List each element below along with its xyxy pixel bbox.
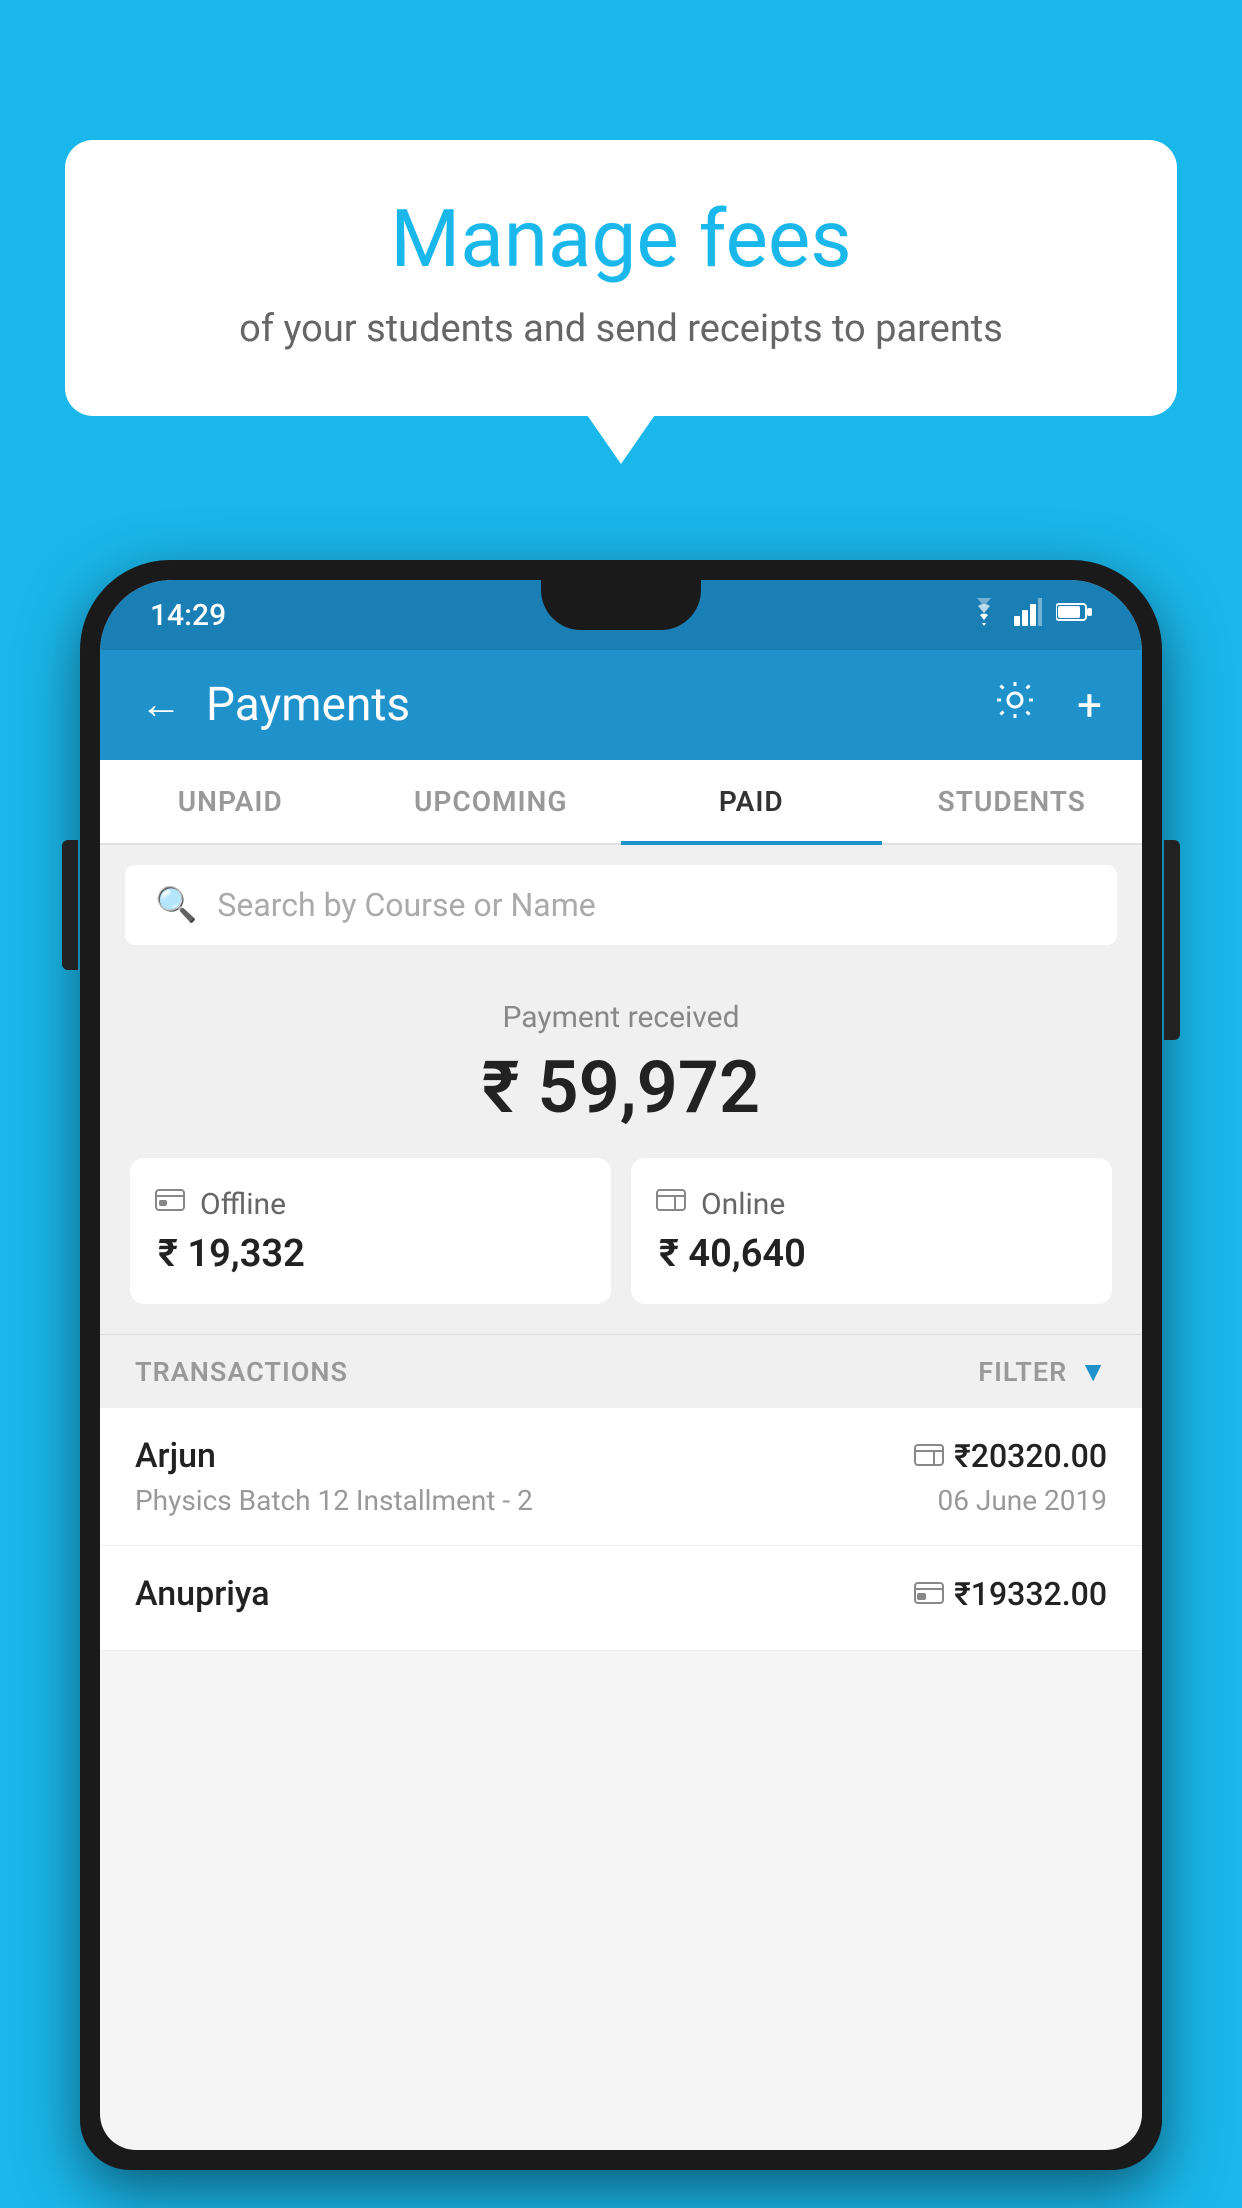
search-placeholder: Search by Course or Name xyxy=(217,886,595,924)
add-button[interactable]: + xyxy=(1077,679,1102,731)
online-amount: ₹ 40,640 xyxy=(655,1232,806,1276)
speech-bubble-title: Manage fees xyxy=(125,195,1117,283)
speech-bubble: Manage fees of your students and send re… xyxy=(65,140,1177,416)
offline-card-header: Offline xyxy=(154,1186,286,1222)
transaction-list: Arjun ₹20320.00 xyxy=(100,1408,1142,1651)
offline-payment-card: Offline ₹ 19,332 xyxy=(130,1158,611,1304)
transaction-name: Arjun xyxy=(135,1436,216,1476)
transaction-amount-container: ₹19332.00 xyxy=(914,1575,1107,1613)
transactions-label: TRANSACTIONS xyxy=(135,1356,348,1388)
header-left: ← Payments xyxy=(140,678,410,732)
online-payment-card: Online ₹ 40,640 xyxy=(631,1158,1112,1304)
transaction-row-top: Anupriya ₹19332.00 xyxy=(135,1574,1107,1614)
payment-cards: Offline ₹ 19,332 xyxy=(130,1158,1112,1304)
offline-amount: ₹ 19,332 xyxy=(154,1232,305,1276)
status-bar-icons xyxy=(968,598,1092,633)
transaction-name: Anupriya xyxy=(135,1574,270,1614)
search-bar[interactable]: 🔍 Search by Course or Name xyxy=(125,865,1117,945)
filter-label: FILTER xyxy=(978,1356,1067,1388)
transaction-amount: ₹20320.00 xyxy=(954,1437,1107,1475)
transaction-amount: ₹19332.00 xyxy=(954,1575,1107,1613)
online-label: Online xyxy=(701,1187,785,1222)
tab-students[interactable]: STUDENTS xyxy=(882,760,1143,843)
payment-total-amount: ₹ 59,972 xyxy=(130,1045,1112,1130)
payment-summary: Payment received ₹ 59,972 xyxy=(100,965,1142,1334)
online-payment-icon xyxy=(914,1440,944,1473)
transaction-amount-container: ₹20320.00 xyxy=(914,1437,1107,1475)
app-header: ← Payments + xyxy=(100,650,1142,760)
speech-bubble-subtitle: of your students and send receipts to pa… xyxy=(125,303,1117,356)
wifi-icon xyxy=(968,598,1000,633)
offline-icon xyxy=(154,1186,186,1222)
speech-bubble-container: Manage fees of your students and send re… xyxy=(65,140,1177,416)
transactions-header: TRANSACTIONS FILTER ▼ xyxy=(100,1334,1142,1408)
status-bar-time: 14:29 xyxy=(150,598,226,633)
signal-icon xyxy=(1014,598,1042,633)
online-icon xyxy=(655,1186,687,1222)
transaction-item[interactable]: Arjun ₹20320.00 xyxy=(100,1408,1142,1546)
settings-icon[interactable] xyxy=(993,678,1037,733)
transaction-date: 06 June 2019 xyxy=(937,1484,1107,1517)
transaction-item[interactable]: Anupriya ₹19332.00 xyxy=(100,1546,1142,1651)
tab-upcoming[interactable]: UPCOMING xyxy=(361,760,622,843)
online-card-header: Online xyxy=(655,1186,785,1222)
notch xyxy=(541,580,701,630)
filter-icon: ▼ xyxy=(1079,1355,1107,1388)
filter-button[interactable]: FILTER ▼ xyxy=(978,1355,1107,1388)
header-title: Payments xyxy=(206,678,410,732)
search-container: 🔍 Search by Course or Name xyxy=(100,845,1142,965)
search-icon: 🔍 xyxy=(155,885,197,925)
offline-label: Offline xyxy=(200,1187,286,1222)
transaction-row-top: Arjun ₹20320.00 xyxy=(135,1436,1107,1476)
status-bar: 14:29 xyxy=(100,580,1142,650)
offline-payment-icon xyxy=(914,1578,944,1611)
phone-screen: 14:29 xyxy=(100,580,1142,2150)
phone-frame: 14:29 xyxy=(80,560,1162,2170)
transaction-row-bottom: Physics Batch 12 Installment - 2 06 June… xyxy=(135,1484,1107,1517)
tab-paid[interactable]: PAID xyxy=(621,760,882,843)
tabs-container: UNPAID UPCOMING PAID STUDENTS xyxy=(100,760,1142,845)
tab-unpaid[interactable]: UNPAID xyxy=(100,760,361,843)
header-right: + xyxy=(993,678,1102,733)
payment-received-label: Payment received xyxy=(130,1000,1112,1035)
phone-container: 14:29 xyxy=(80,560,1162,2208)
back-button[interactable]: ← xyxy=(140,684,182,726)
transaction-description: Physics Batch 12 Installment - 2 xyxy=(135,1484,533,1517)
battery-icon xyxy=(1056,600,1092,630)
